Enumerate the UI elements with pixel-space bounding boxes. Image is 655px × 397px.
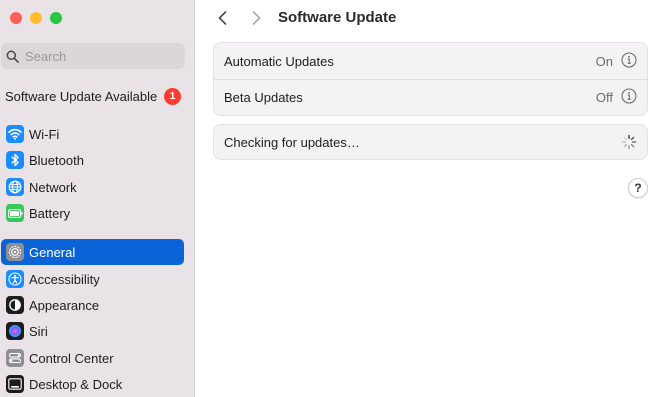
chevron-right-icon bbox=[252, 11, 260, 25]
software-update-available-item[interactable]: Software Update Available 1 bbox=[5, 86, 181, 106]
search-icon bbox=[6, 50, 19, 63]
desktop-dock-icon bbox=[6, 375, 24, 393]
beta-updates-label: Beta Updates bbox=[224, 90, 303, 105]
sidebar-item-label: General bbox=[29, 244, 76, 260]
sidebar-item-battery[interactable]: Battery bbox=[1, 200, 184, 226]
toolbar: Software Update bbox=[196, 0, 655, 36]
beta-updates-info-button[interactable] bbox=[621, 88, 637, 107]
sidebar-item-desktop-dock[interactable]: Desktop & Dock bbox=[1, 371, 184, 397]
checking-updates-row: Checking for updates… bbox=[214, 125, 647, 159]
sidebar-item-label: Network bbox=[29, 179, 77, 195]
sidebar-item-network[interactable]: Network bbox=[1, 174, 184, 200]
sidebar-item-accessibility[interactable]: Accessibility bbox=[1, 266, 184, 292]
software-update-available-label: Software Update Available bbox=[5, 88, 158, 104]
sidebar-item-label: Appearance bbox=[29, 297, 100, 313]
forward-button[interactable] bbox=[248, 8, 264, 28]
sidebar-item-label: Control Center bbox=[29, 350, 114, 366]
info-icon bbox=[621, 88, 637, 104]
sidebar-item-siri[interactable]: Siri bbox=[1, 318, 184, 344]
checking-updates-label: Checking for updates… bbox=[224, 134, 360, 150]
wifi-icon bbox=[6, 125, 24, 143]
spinner-icon bbox=[621, 134, 637, 150]
bluetooth-icon bbox=[6, 151, 24, 169]
automatic-updates-info-button[interactable] bbox=[621, 51, 637, 71]
automatic-updates-label: Automatic Updates bbox=[224, 53, 334, 69]
update-status-group: Checking for updates… bbox=[213, 124, 648, 160]
close-window-button[interactable] bbox=[10, 12, 22, 24]
automatic-updates-row[interactable]: Automatic Updates On bbox=[214, 43, 647, 79]
info-icon bbox=[621, 51, 637, 68]
search-field[interactable] bbox=[1, 43, 185, 69]
sidebar-item-label: Accessibility bbox=[29, 271, 100, 287]
sidebar-item-label: Desktop & Dock bbox=[29, 376, 123, 392]
maximize-window-button[interactable] bbox=[50, 12, 62, 24]
back-button[interactable] bbox=[214, 8, 230, 28]
sidebar: Software Update Available 1 Wi-Fi Blueto… bbox=[0, 0, 195, 397]
update-settings-group: Automatic Updates On Beta Updates Off bbox=[213, 42, 648, 116]
beta-updates-value: Off bbox=[595, 90, 613, 105]
sidebar-item-label: Wi-Fi bbox=[29, 126, 60, 142]
sidebar-item-label: Battery bbox=[29, 205, 71, 221]
sidebar-item-general[interactable]: General bbox=[1, 239, 184, 265]
window-controls bbox=[10, 12, 62, 24]
sidebar-item-wifi[interactable]: Wi-Fi bbox=[1, 121, 184, 147]
accessibility-icon bbox=[6, 270, 24, 288]
update-count-badge: 1 bbox=[164, 87, 181, 105]
minimize-window-button[interactable] bbox=[30, 12, 42, 24]
sidebar-item-control-center[interactable]: Control Center bbox=[1, 345, 184, 371]
sidebar-item-label: Bluetooth bbox=[29, 152, 84, 168]
gear-icon bbox=[6, 243, 24, 261]
siri-icon bbox=[6, 322, 24, 340]
globe-icon bbox=[6, 178, 24, 196]
battery-icon bbox=[6, 204, 24, 222]
chevron-left-icon bbox=[218, 11, 226, 25]
sidebar-item-bluetooth[interactable]: Bluetooth bbox=[1, 147, 184, 173]
sidebar-item-label: Siri bbox=[29, 323, 48, 339]
page-title: Software Update bbox=[278, 9, 397, 26]
search-input[interactable] bbox=[25, 48, 175, 64]
help-button[interactable]: ? bbox=[628, 178, 648, 198]
sidebar-item-appearance[interactable]: Appearance bbox=[1, 292, 184, 318]
appearance-icon bbox=[6, 296, 24, 314]
control-center-icon bbox=[6, 349, 24, 367]
automatic-updates-value: On bbox=[595, 53, 613, 69]
beta-updates-row[interactable]: Beta Updates Off bbox=[214, 79, 647, 115]
